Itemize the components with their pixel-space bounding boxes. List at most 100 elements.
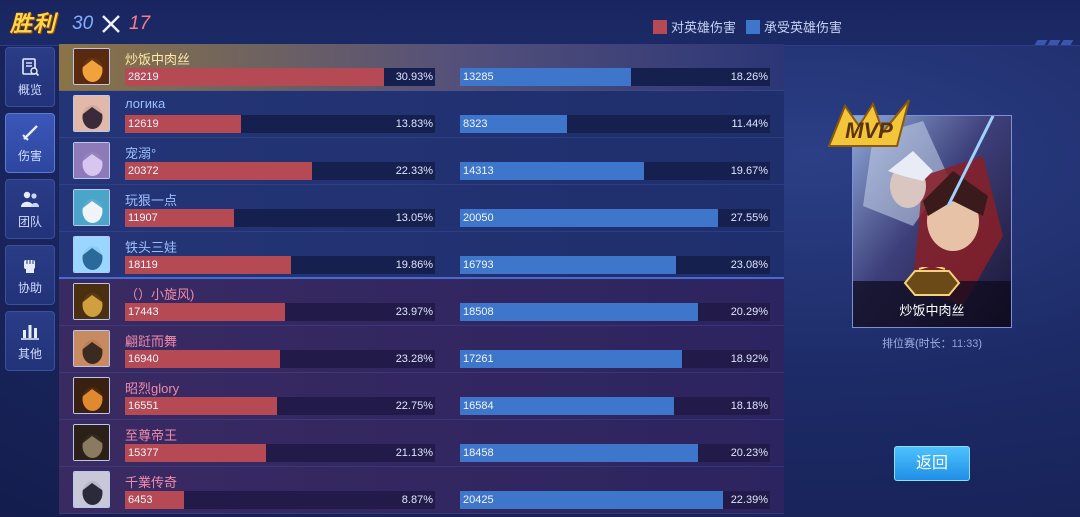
nav-tab-other[interactable]: 其他 [5,311,55,371]
player-name: 昭烈glory [125,381,180,396]
hero-avatar [73,142,110,179]
damage-dealt-fill [125,68,384,86]
damage-dealt-percent: 13.83% [395,118,433,130]
damage-taken-bar: 13285 18.26% [460,68,770,86]
player-name: 宠溺° [125,146,157,161]
player-name: 千業传奇 [125,475,178,490]
player-row: 至尊帝王 15377 21.13% 18458 20.23% [59,420,784,467]
title-badge-icon [903,267,961,296]
damage-taken-percent: 27.55% [730,212,768,224]
stats-icon [21,324,39,340]
damage-taken-value: 17261 [463,353,494,365]
hero-avatar [73,95,110,132]
nav-label-damage: 伤害 [17,148,42,163]
damage-dealt-percent: 22.33% [395,165,433,177]
damage-dealt-bar: 12619 13.83% [125,115,435,133]
damage-dealt-bar: 28219 30.93% [125,68,435,86]
damage-taken-bar: 14313 19.67% [460,162,770,180]
mvp-player-name: 炒饭中肉丝 [899,303,965,318]
nav-tab-damage[interactable]: 伤害 [5,113,55,173]
damage-dealt-bar: 20372 22.33% [125,162,435,180]
damage-taken-value: 14313 [463,165,494,177]
damage-taken-bar: 17261 18.92% [460,350,770,368]
damage-taken-bar: 20425 22.39% [460,491,770,509]
damage-dealt-percent: 8.87% [401,494,433,506]
hero-avatar [73,189,110,226]
player-row: 宠溺° 20372 22.33% 14313 19.67% [59,138,784,185]
damage-taken-value: 8323 [463,118,488,130]
hero-avatar [73,377,110,414]
match-mode-suffix: ) [978,338,983,350]
team-icon [21,191,39,207]
player-name: （）小旋风) [125,287,195,302]
legend-blue-label: 承受英雄伤害 [764,20,843,35]
damage-dealt-value: 18119 [128,259,158,271]
mvp-badge-text: MVP [845,118,893,143]
damage-dealt-bar: 6453 8.87% [125,491,435,509]
player-row: （）小旋风) 17443 23.97% 18508 20.29% [59,279,784,326]
side-nav: 概览 伤害 团队 协助 其他 [5,47,55,377]
fist-icon [24,259,35,273]
damage-taken-percent: 11.44% [731,118,769,130]
back-button[interactable]: 返回 [894,446,970,481]
nav-tab-team[interactable]: 团队 [5,179,55,239]
damage-dealt-bar: 17443 23.97% [125,303,435,321]
damage-dealt-value: 11907 [128,212,158,224]
nav-tab-overview[interactable]: 概览 [5,47,55,107]
damage-taken-percent: 18.26% [730,71,768,83]
damage-dealt-bar: 18119 19.86% [125,256,435,274]
player-name: логика [125,96,166,111]
player-name: 铁头三娃 [125,240,178,255]
damage-dealt-percent: 30.93% [395,71,433,83]
player-row: 玩狠一点 11907 13.05% 20050 27.55% [59,185,784,232]
nav-tab-assist[interactable]: 协助 [5,245,55,305]
corner-decoration [1033,32,1074,50]
mvp-badge-icon: MVP [827,99,910,147]
damage-table: 炒饭中肉丝 28219 30.93% 13285 18.26% логика 12619 13… [59,44,784,514]
player-name: 翩跹而舞 [125,334,178,349]
damage-taken-bar: 16584 18.18% [460,397,770,415]
damage-dealt-bar: 15377 21.13% [125,444,435,462]
nav-label-overview: 概览 [17,82,42,97]
damage-dealt-value: 15377 [128,447,159,459]
damage-dealt-value: 17443 [128,306,159,318]
damage-dealt-percent: 23.28% [395,353,433,365]
damage-taken-value: 16584 [463,400,494,412]
hero-avatar [73,48,110,85]
damage-dealt-percent: 23.97% [395,306,433,318]
damage-dealt-value: 12619 [128,118,159,130]
hero-avatar [73,330,110,367]
damage-taken-bar: 18508 20.29% [460,303,770,321]
match-result-title: 胜利 [10,11,57,36]
player-name: 炒饭中肉丝 [125,52,191,67]
hero-avatar [73,424,110,461]
damage-taken-percent: 20.23% [730,447,768,459]
sword-icon [22,124,38,141]
damage-dealt-percent: 22.75% [395,400,433,412]
damage-taken-percent: 18.18% [730,400,768,412]
legend-red-label: 对英雄伤害 [671,20,737,35]
damage-taken-fill [460,209,719,227]
enemy-kills: 17 [129,13,151,34]
damage-dealt-value: 28219 [128,71,159,83]
damage-taken-value: 18508 [463,306,494,318]
hero-avatar [73,236,110,273]
damage-taken-fill [460,444,698,462]
damage-taken-value: 20050 [463,212,494,224]
damage-taken-value: 13285 [463,71,494,83]
damage-taken-percent: 20.29% [730,306,768,318]
legend-damage-dealt: 对英雄伤害 [653,17,736,36]
match-duration: 11:33 [951,338,979,350]
player-row: 千業传奇 6453 8.87% 20425 22.39% [59,467,784,514]
damage-taken-percent: 23.08% [730,259,768,271]
damage-dealt-value: 20372 [128,165,159,177]
player-row: 铁头三娃 18119 19.86% 16793 23.08% [59,232,784,279]
damage-dealt-bar: 16940 23.28% [125,350,435,368]
hero-avatar [73,471,110,508]
crossed-swords-icon [102,15,120,33]
damage-taken-value: 20425 [463,494,494,506]
damage-dealt-percent: 13.05% [395,212,433,224]
damage-taken-fill [460,303,699,321]
damage-taken-value: 16793 [463,259,494,271]
legend-damage-taken: 承受英雄伤害 [746,17,842,36]
